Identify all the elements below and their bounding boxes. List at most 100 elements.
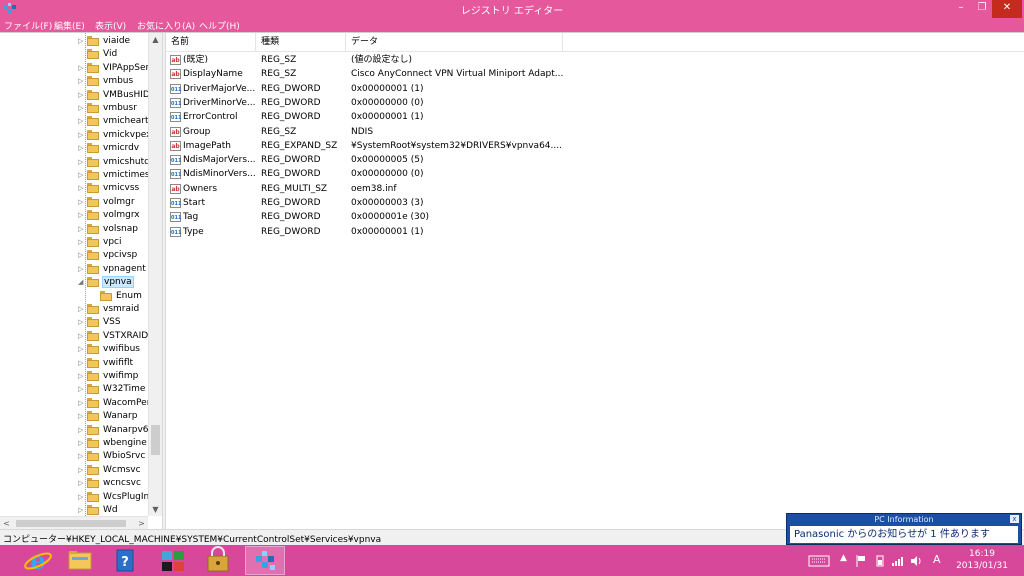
taskbar-security-app[interactable]	[198, 546, 238, 575]
expand-arrow-icon[interactable]: ▷	[78, 478, 86, 488]
value-row[interactable]: 011 NdisMajorVers... REG_DWORD 0x00000005 (…	[166, 153, 1024, 167]
expand-arrow-icon[interactable]: ▷	[78, 183, 86, 193]
expand-arrow-icon[interactable]: ▷	[78, 130, 86, 140]
folder-icon	[87, 170, 99, 180]
expand-arrow-icon[interactable]: ▷	[78, 344, 86, 354]
menu-help[interactable]: ヘルプ(H)	[199, 19, 240, 32]
tree-horizontal-scrollbar[interactable]: < >	[0, 516, 148, 530]
expand-arrow-icon[interactable]: ▷	[78, 331, 86, 341]
taskbar-registry-editor[interactable]	[245, 546, 285, 575]
taskbar-file-explorer[interactable]	[60, 546, 100, 575]
expand-arrow-icon[interactable]: ▷	[78, 90, 86, 100]
expand-arrow-icon[interactable]: ▷	[78, 371, 86, 381]
expand-arrow-icon[interactable]: ▷	[78, 224, 86, 234]
minimize-button[interactable]: –	[950, 0, 972, 18]
value-row[interactable]: 011 NdisMinorVers... REG_DWORD 0x00000000 (…	[166, 167, 1024, 181]
value-type: REG_DWORD	[261, 112, 321, 123]
expand-arrow-icon	[78, 49, 86, 59]
expand-arrow-icon[interactable]: ▷	[78, 358, 86, 368]
value-row[interactable]: ab Group REG_SZ NDIS	[166, 125, 1024, 139]
notification-popup[interactable]: PC Information x Panasonic からのお知らせが 1 件あ…	[786, 513, 1022, 545]
tree-horizontal-scroll-thumb[interactable]	[16, 520, 126, 527]
network-signal-icon[interactable]	[892, 555, 904, 567]
expand-arrow-icon[interactable]: ▷	[78, 317, 86, 327]
scroll-down-arrow-icon[interactable]: ▼	[149, 503, 162, 516]
expand-arrow-icon[interactable]: ▷	[78, 197, 86, 207]
menu-favorites[interactable]: お気に入り(A)	[137, 19, 195, 32]
expand-arrow-icon[interactable]: ▷	[78, 103, 86, 113]
menu-edit[interactable]: 編集(E)	[54, 19, 85, 32]
tree-vertical-scrollbar[interactable]: ▲ ▼	[148, 33, 162, 516]
expand-arrow-icon[interactable]: ▷	[78, 438, 86, 448]
notification-close-button[interactable]: x	[1010, 515, 1019, 523]
taskbar-tiles-app[interactable]	[153, 546, 193, 575]
expand-arrow-icon[interactable]: ▷	[78, 425, 86, 435]
expand-arrow-icon[interactable]: ▷	[78, 170, 86, 180]
ime-indicator[interactable]: A	[933, 553, 941, 566]
value-data: 0x00000001 (1)	[351, 112, 424, 123]
key-tree[interactable]: ▷ viaide Vid ▷ VIPAppSer ▷ vmbus ▷ VMBusHID ▷ vmbu…	[0, 33, 148, 516]
maximize-button[interactable]: ❐	[972, 0, 992, 18]
column-header-data[interactable]: データ	[346, 33, 563, 52]
value-data: 0x00000001 (1)	[351, 226, 424, 237]
value-row[interactable]: 011 Tag REG_DWORD 0x0000001e (30)	[166, 210, 1024, 224]
tree-item-label: vpci	[103, 237, 122, 247]
expanded-arrow-icon[interactable]: ◢	[78, 277, 86, 287]
volume-icon[interactable]	[910, 555, 922, 567]
value-row[interactable]: ab Owners REG_MULTI_SZ oem38.inf	[166, 182, 1024, 196]
tree-vertical-scroll-thumb[interactable]	[151, 425, 160, 455]
value-row[interactable]: ab (既定) REG_SZ (値の設定なし)	[166, 53, 1024, 67]
taskbar-help[interactable]: ?	[105, 546, 145, 575]
expand-arrow-icon[interactable]: ▷	[78, 411, 86, 421]
svg-text:e: e	[30, 546, 45, 575]
keyboard-icon[interactable]	[808, 555, 830, 567]
value-row[interactable]: ab ImagePath REG_EXPAND_SZ ¥SystemRoot¥syst…	[166, 139, 1024, 153]
value-name: DriverMajorVe...	[183, 83, 255, 94]
value-type: REG_SZ	[261, 55, 297, 65]
tree-item-label: Wanarpv6	[103, 424, 148, 435]
battery-icon[interactable]	[876, 555, 884, 567]
expand-arrow-icon[interactable]: ▷	[78, 492, 86, 502]
expand-arrow-icon[interactable]: ▷	[78, 143, 86, 153]
expand-arrow-icon[interactable]: ▷	[78, 384, 86, 394]
value-row[interactable]: 011 Type REG_DWORD 0x00000001 (1)	[166, 225, 1024, 239]
close-button[interactable]: ✕	[992, 0, 1022, 18]
show-hidden-icons-icon[interactable]: ▲	[840, 553, 847, 563]
value-row[interactable]: 011 ErrorControl REG_DWORD 0x00000001 (1)	[166, 110, 1024, 124]
tree-item-label: vwififlt	[103, 357, 134, 368]
expand-arrow-icon[interactable]: ▷	[78, 264, 86, 274]
expand-arrow-icon[interactable]: ▷	[78, 36, 86, 46]
value-row[interactable]: 011 Start REG_DWORD 0x00000003 (3)	[166, 196, 1024, 210]
string-value-icon: ab	[170, 126, 181, 137]
expand-arrow-icon[interactable]: ▷	[78, 237, 86, 247]
tree-item-label: vpnva	[102, 276, 134, 289]
value-row[interactable]: 011 DriverMajorVe... REG_DWORD 0x00000001 (…	[166, 82, 1024, 96]
value-row[interactable]: 011 DriverMinorVe... REG_DWORD 0x00000000 (…	[166, 96, 1024, 110]
expand-arrow-icon[interactable]: ▷	[78, 210, 86, 220]
expand-arrow-icon[interactable]: ▷	[78, 465, 86, 475]
value-type: REG_DWORD	[261, 169, 321, 180]
taskbar-internet-explorer[interactable]: e	[18, 546, 58, 575]
expand-arrow-icon[interactable]: ▷	[78, 505, 86, 515]
expand-arrow-icon[interactable]: ▷	[78, 250, 86, 260]
expand-arrow-icon[interactable]: ▷	[78, 398, 86, 408]
system-clock[interactable]: 16:19 2013/01/31	[950, 548, 1014, 572]
column-header-type[interactable]: 種類	[256, 33, 346, 52]
expand-arrow-icon[interactable]: ▷	[78, 63, 86, 73]
binary-value-icon: 011	[170, 169, 181, 180]
expand-arrow-icon[interactable]: ▷	[78, 116, 86, 126]
expand-arrow-icon[interactable]: ▷	[78, 76, 86, 86]
expand-arrow-icon[interactable]: ▷	[78, 157, 86, 167]
menu-file[interactable]: ファイル(F)	[4, 19, 52, 32]
folder-icon	[68, 551, 92, 570]
value-row[interactable]: ab DisplayName REG_SZ Cisco AnyConnect VPN …	[166, 67, 1024, 81]
menu-view[interactable]: 表示(V)	[95, 19, 126, 32]
action-center-flag-icon[interactable]	[856, 555, 866, 567]
value-type: REG_DWORD	[261, 97, 321, 108]
column-header-name[interactable]: 名前	[166, 33, 256, 52]
expand-arrow-icon[interactable]: ▷	[78, 451, 86, 461]
expand-arrow-icon[interactable]: ▷	[78, 304, 86, 314]
scroll-up-arrow-icon[interactable]: ▲	[149, 33, 162, 46]
tree-item-label: Vid	[103, 49, 118, 60]
notification-message[interactable]: Panasonic からのお知らせが 1 件あります	[790, 526, 1018, 543]
